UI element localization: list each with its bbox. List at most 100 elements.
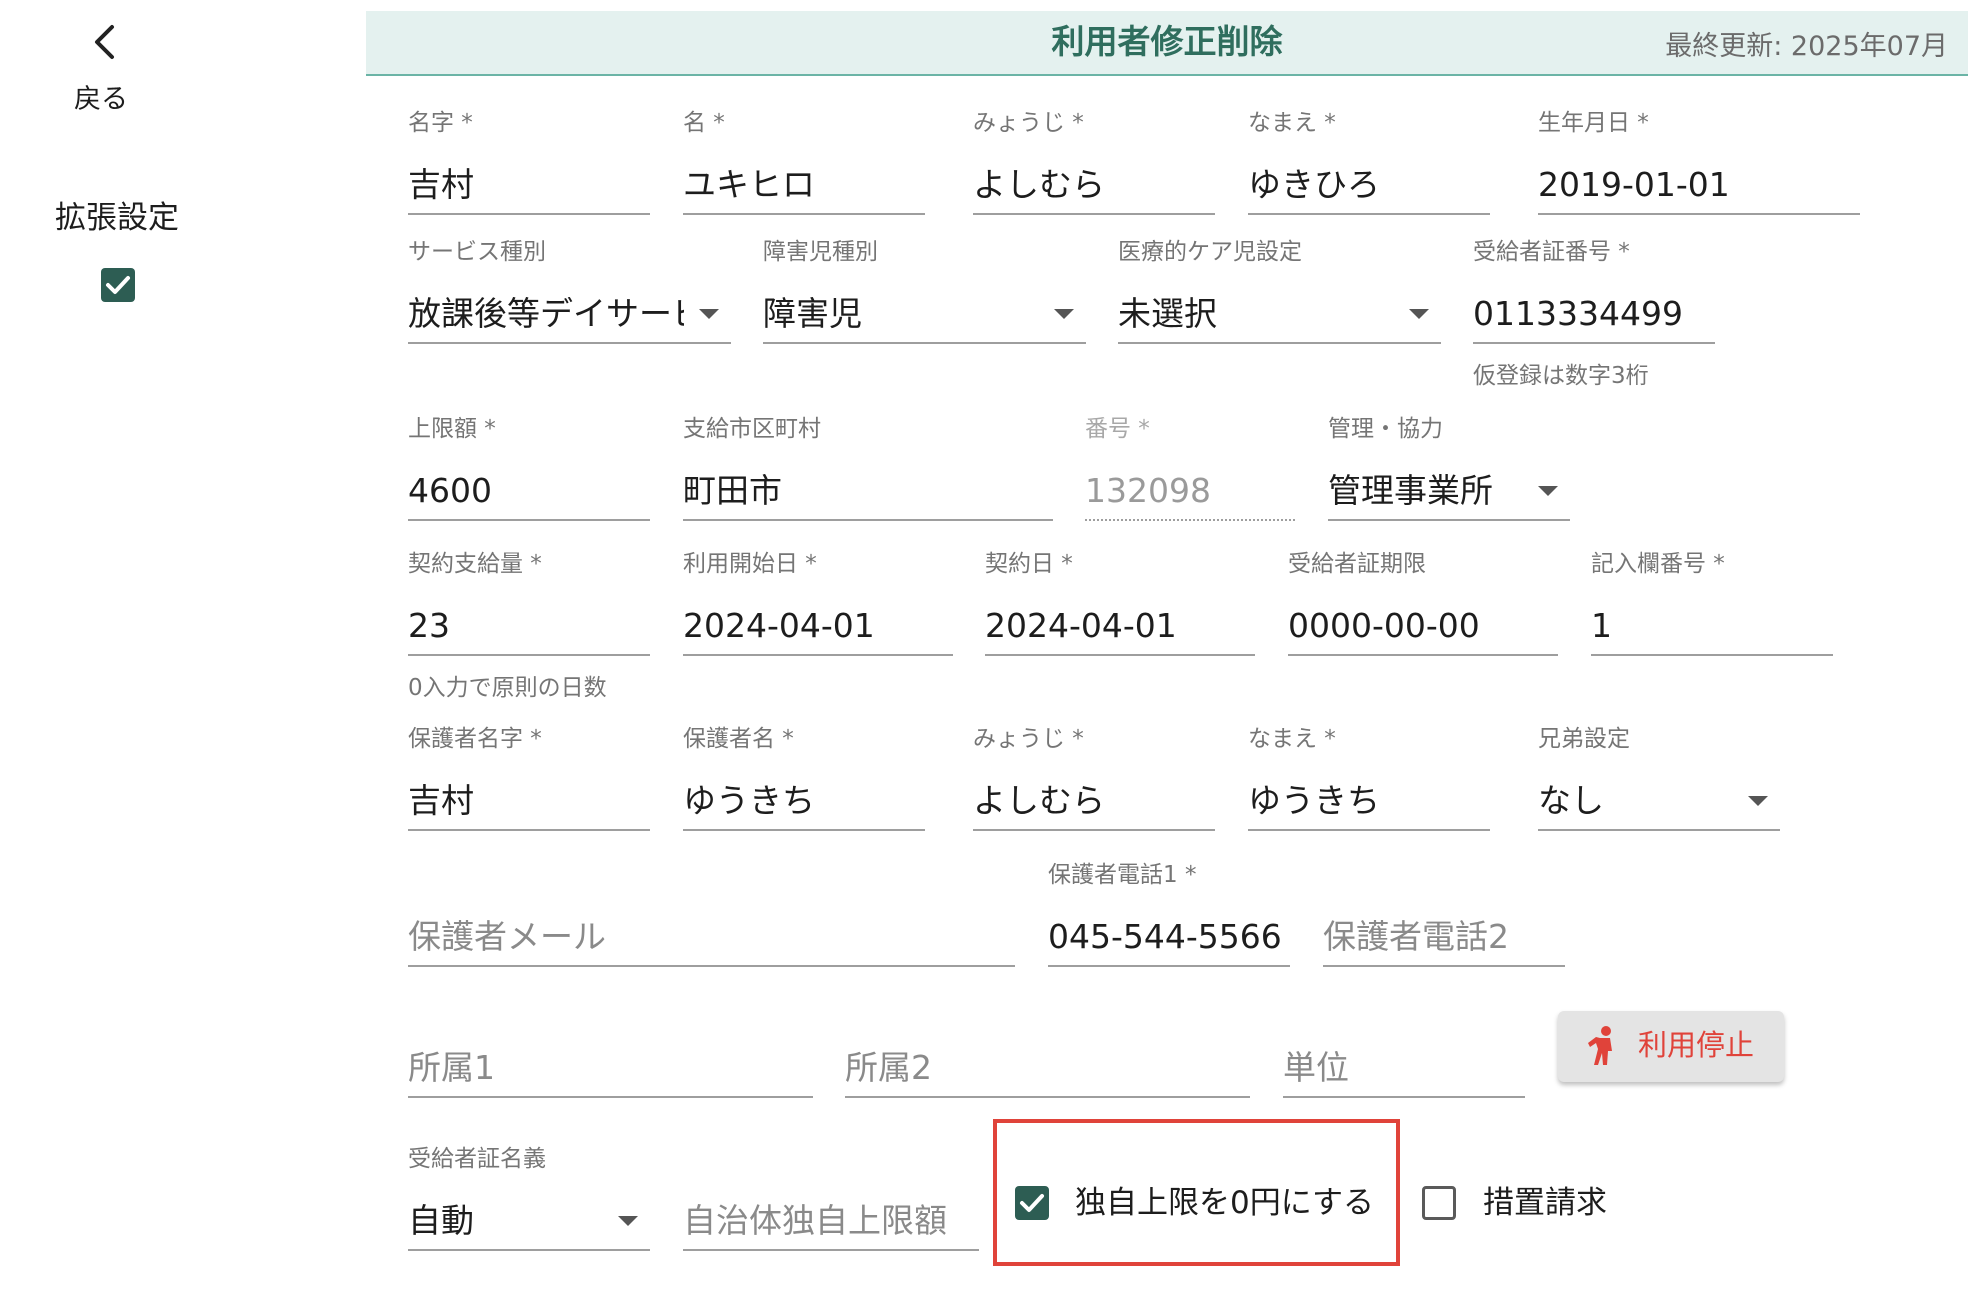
service-type-label: サービス種別 [408,239,546,265]
certificate-expiry-value: 0000-00-00 [1288,609,1480,642]
guardian-last-name-value: 吉村 [408,784,474,817]
guardian-phone1-label: 保護者電話1 * [1048,862,1197,888]
chevron-down-icon [1054,309,1074,319]
municipality-field[interactable]: 支給市区町村 町田市 [683,418,1053,528]
last-name-kana-label: みょうじ * [973,110,1084,136]
medical-care-select[interactable]: 医療的ケア児設定 未選択 [1118,241,1441,351]
guardian-last-kana-label: みょうじ * [973,726,1084,752]
guardian-last-kana-field[interactable]: みょうじ * よしむら [973,728,1215,838]
first-name-value: ユキヒロ [683,168,815,201]
management-value: 管理事業所 [1328,474,1493,507]
unit-field[interactable]: 単位 [1283,995,1525,1105]
affiliation1-placeholder: 所属1 [408,1051,495,1084]
guardian-last-name-label: 保護者名字 * [408,726,542,752]
unit-placeholder: 単位 [1283,1051,1349,1084]
last-name-field[interactable]: 名字 * 吉村 [408,112,650,222]
sibling-value: なし [1538,784,1604,817]
guardian-first-name-label: 保護者名 * [683,726,794,752]
start-date-field[interactable]: 利用開始日 * 2024-04-01 [683,553,953,663]
last-name-label: 名字 * [408,110,473,136]
contract-date-value: 2024-04-01 [985,609,1177,642]
check-icon [1020,1194,1044,1212]
certificate-name-select[interactable]: 受給者証名義 自動 [408,1148,650,1258]
guardian-last-name-field[interactable]: 保護者名字 * 吉村 [408,728,650,838]
guardian-phone1-value: 045-544-5566 [1048,920,1282,953]
start-date-label: 利用開始日 * [683,551,817,577]
guardian-first-name-field[interactable]: 保護者名 * ゆうきち [683,728,925,838]
zero-limit-checkbox[interactable] [1015,1186,1049,1220]
last-name-kana-field[interactable]: みょうじ * よしむら [973,112,1215,222]
last-name-kana-value: よしむら [973,168,1105,201]
back-button[interactable]: 戻る [60,20,150,120]
disability-type-select[interactable]: 障害児種別 障害児 [763,241,1086,351]
entry-number-label: 記入欄番号 * [1591,551,1725,577]
sibling-label: 兄弟設定 [1538,726,1630,752]
entry-number-field[interactable]: 記入欄番号 * 1 [1591,553,1833,663]
guardian-phone2-field[interactable]: 保護者電話2 [1323,864,1565,974]
entry-number-value: 1 [1591,609,1612,642]
chevron-down-icon [699,309,719,319]
affiliation2-field[interactable]: 所属2 [845,995,1250,1105]
certificate-name-label: 受給者証名義 [408,1146,546,1172]
zero-limit-label: 独自上限を0円にする [1075,1185,1375,1221]
start-date-value: 2024-04-01 [683,609,875,642]
chevron-down-icon [1409,309,1429,319]
certificate-expiry-field[interactable]: 受給者証期限 0000-00-00 [1288,553,1558,663]
municipal-limit-field[interactable]: 自治体独自上限額 [683,1148,979,1258]
page-header: 利用者修正削除 最終更新: 2025年07月 [366,11,1968,76]
stop-usage-label: 利用停止 [1638,1028,1755,1062]
last-name-value: 吉村 [408,168,474,201]
recipient-number-value: 0113334499 [1473,297,1683,330]
recipient-number-helper: 仮登録は数字3桁 [1473,363,1649,389]
disability-type-label: 障害児種別 [763,239,878,265]
last-updated: 最終更新: 2025年07月 [1665,31,1948,62]
first-name-kana-value: ゆきひろ [1248,168,1380,201]
guardian-phone1-field[interactable]: 保護者電話1 * 045-544-5566 [1048,864,1290,974]
number-field: 番号 * 132098 [1085,418,1295,528]
disability-type-value: 障害児 [763,297,862,330]
guardian-phone2-placeholder: 保護者電話2 [1323,920,1509,953]
affiliation1-field[interactable]: 所属1 [408,995,813,1105]
extended-settings-checkbox[interactable] [101,268,135,302]
number-label: 番号 * [1085,416,1150,442]
measure-billing-label: 措置請求 [1483,1185,1607,1221]
contract-amount-value: 23 [408,609,450,642]
service-type-value: 放課後等デイサービス [408,297,684,330]
guardian-email-field[interactable]: 保護者メール [408,864,1015,974]
back-label: 戻る [74,84,128,115]
guardian-last-kana-value: よしむら [973,784,1105,817]
first-name-field[interactable]: 名 * ユキヒロ [683,112,925,222]
guardian-email-placeholder: 保護者メール [408,920,606,953]
guardian-first-kana-field[interactable]: なまえ * ゆうきち [1248,728,1490,838]
recipient-number-label: 受給者証番号 * [1473,239,1630,265]
service-type-select[interactable]: サービス種別 放課後等デイサービス [408,241,731,351]
birthdate-value: 2019-01-01 [1538,168,1730,201]
contract-date-field[interactable]: 契約日 * 2024-04-01 [985,553,1255,663]
certificate-name-value: 自動 [408,1204,474,1237]
birthdate-field[interactable]: 生年月日 * 2019-01-01 [1538,112,1860,222]
municipality-label: 支給市区町村 [683,416,821,442]
extended-settings-label: 拡張設定 [55,200,179,236]
municipal-limit-placeholder: 自治体独自上限額 [683,1204,947,1237]
first-name-kana-field[interactable]: なまえ * ゆきひろ [1248,112,1490,222]
management-select[interactable]: 管理・協力 管理事業所 [1328,418,1570,528]
guardian-first-kana-label: なまえ * [1248,726,1336,752]
chevron-left-icon [95,25,114,59]
municipality-value: 町田市 [683,474,782,507]
sibling-select[interactable]: 兄弟設定 なし [1538,728,1780,838]
recipient-number-field[interactable]: 受給者証番号 * 0113334499 仮登録は数字3桁 [1473,239,1715,388]
upper-limit-field[interactable]: 上限額 * 4600 [408,418,650,528]
first-name-label: 名 * [683,110,725,136]
first-name-kana-label: なまえ * [1248,110,1336,136]
birthdate-label: 生年月日 * [1538,110,1649,136]
contract-amount-label: 契約支給量 * [408,551,542,577]
measure-billing-checkbox[interactable] [1422,1186,1456,1220]
medical-care-value: 未選択 [1118,297,1217,330]
chevron-down-icon [1538,486,1558,496]
certificate-expiry-label: 受給者証期限 [1288,551,1426,577]
stop-usage-button[interactable]: 利用停止 [1558,1011,1784,1082]
management-label: 管理・協力 [1328,416,1443,442]
contract-amount-field[interactable]: 契約支給量 * 23 0入力で原則の日数 [408,551,650,700]
chevron-down-icon [1748,796,1768,806]
upper-limit-label: 上限額 * [408,416,496,442]
